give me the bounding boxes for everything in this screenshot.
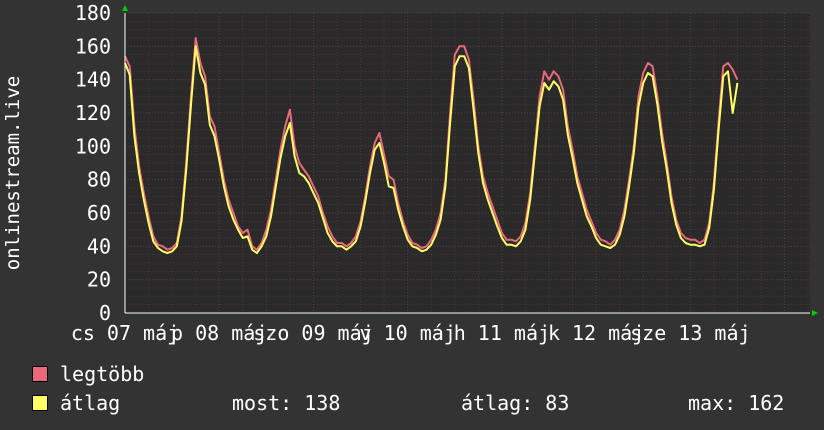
x-tick-label: cs 07 máj <box>71 321 179 345</box>
stat-average: átlag: 83 <box>461 391 570 415</box>
y-tick-label: 60 <box>87 201 111 225</box>
x-tick-label: v 10 máj <box>360 321 456 345</box>
stat-max: max: 162 <box>688 391 785 415</box>
chart-area: 020406080100120140160180 cs 07 májp 08 m… <box>2 1 818 345</box>
x-tick-label: sze 13 máj <box>630 321 750 345</box>
x-tick-labels: cs 07 májp 08 májszo 09 májv 10 májh 11 … <box>71 321 751 345</box>
x-axis-arrow-icon <box>812 310 818 316</box>
legend-swatch-avg <box>32 395 48 411</box>
y-tick-label: 120 <box>75 101 111 125</box>
y-tick-label: 180 <box>75 1 111 25</box>
x-tick-label: szo 09 máj <box>253 321 373 345</box>
legend-label-avg: átlag <box>60 391 121 415</box>
y-axis-label: onlinestream.live <box>2 76 24 270</box>
y-axis-arrow-icon <box>122 5 128 11</box>
y-tick-labels: 020406080100120140160180 <box>75 1 111 325</box>
legend-item-avg: átlag <box>32 391 120 415</box>
y-tick-label: 100 <box>75 134 111 158</box>
y-tick-label: 140 <box>75 68 111 92</box>
legend-item-max: legtöbb <box>32 362 144 386</box>
y-tick-label: 160 <box>75 34 111 58</box>
x-tick-label: h 11 máj <box>454 321 550 345</box>
legend-label-max: legtöbb <box>60 362 145 386</box>
y-tick-label: 80 <box>87 168 111 192</box>
y-tick-label: 20 <box>87 268 111 292</box>
legend-swatch-max <box>32 366 48 382</box>
y-tick-label: 40 <box>87 234 111 258</box>
stat-now: most: 138 <box>232 391 341 415</box>
